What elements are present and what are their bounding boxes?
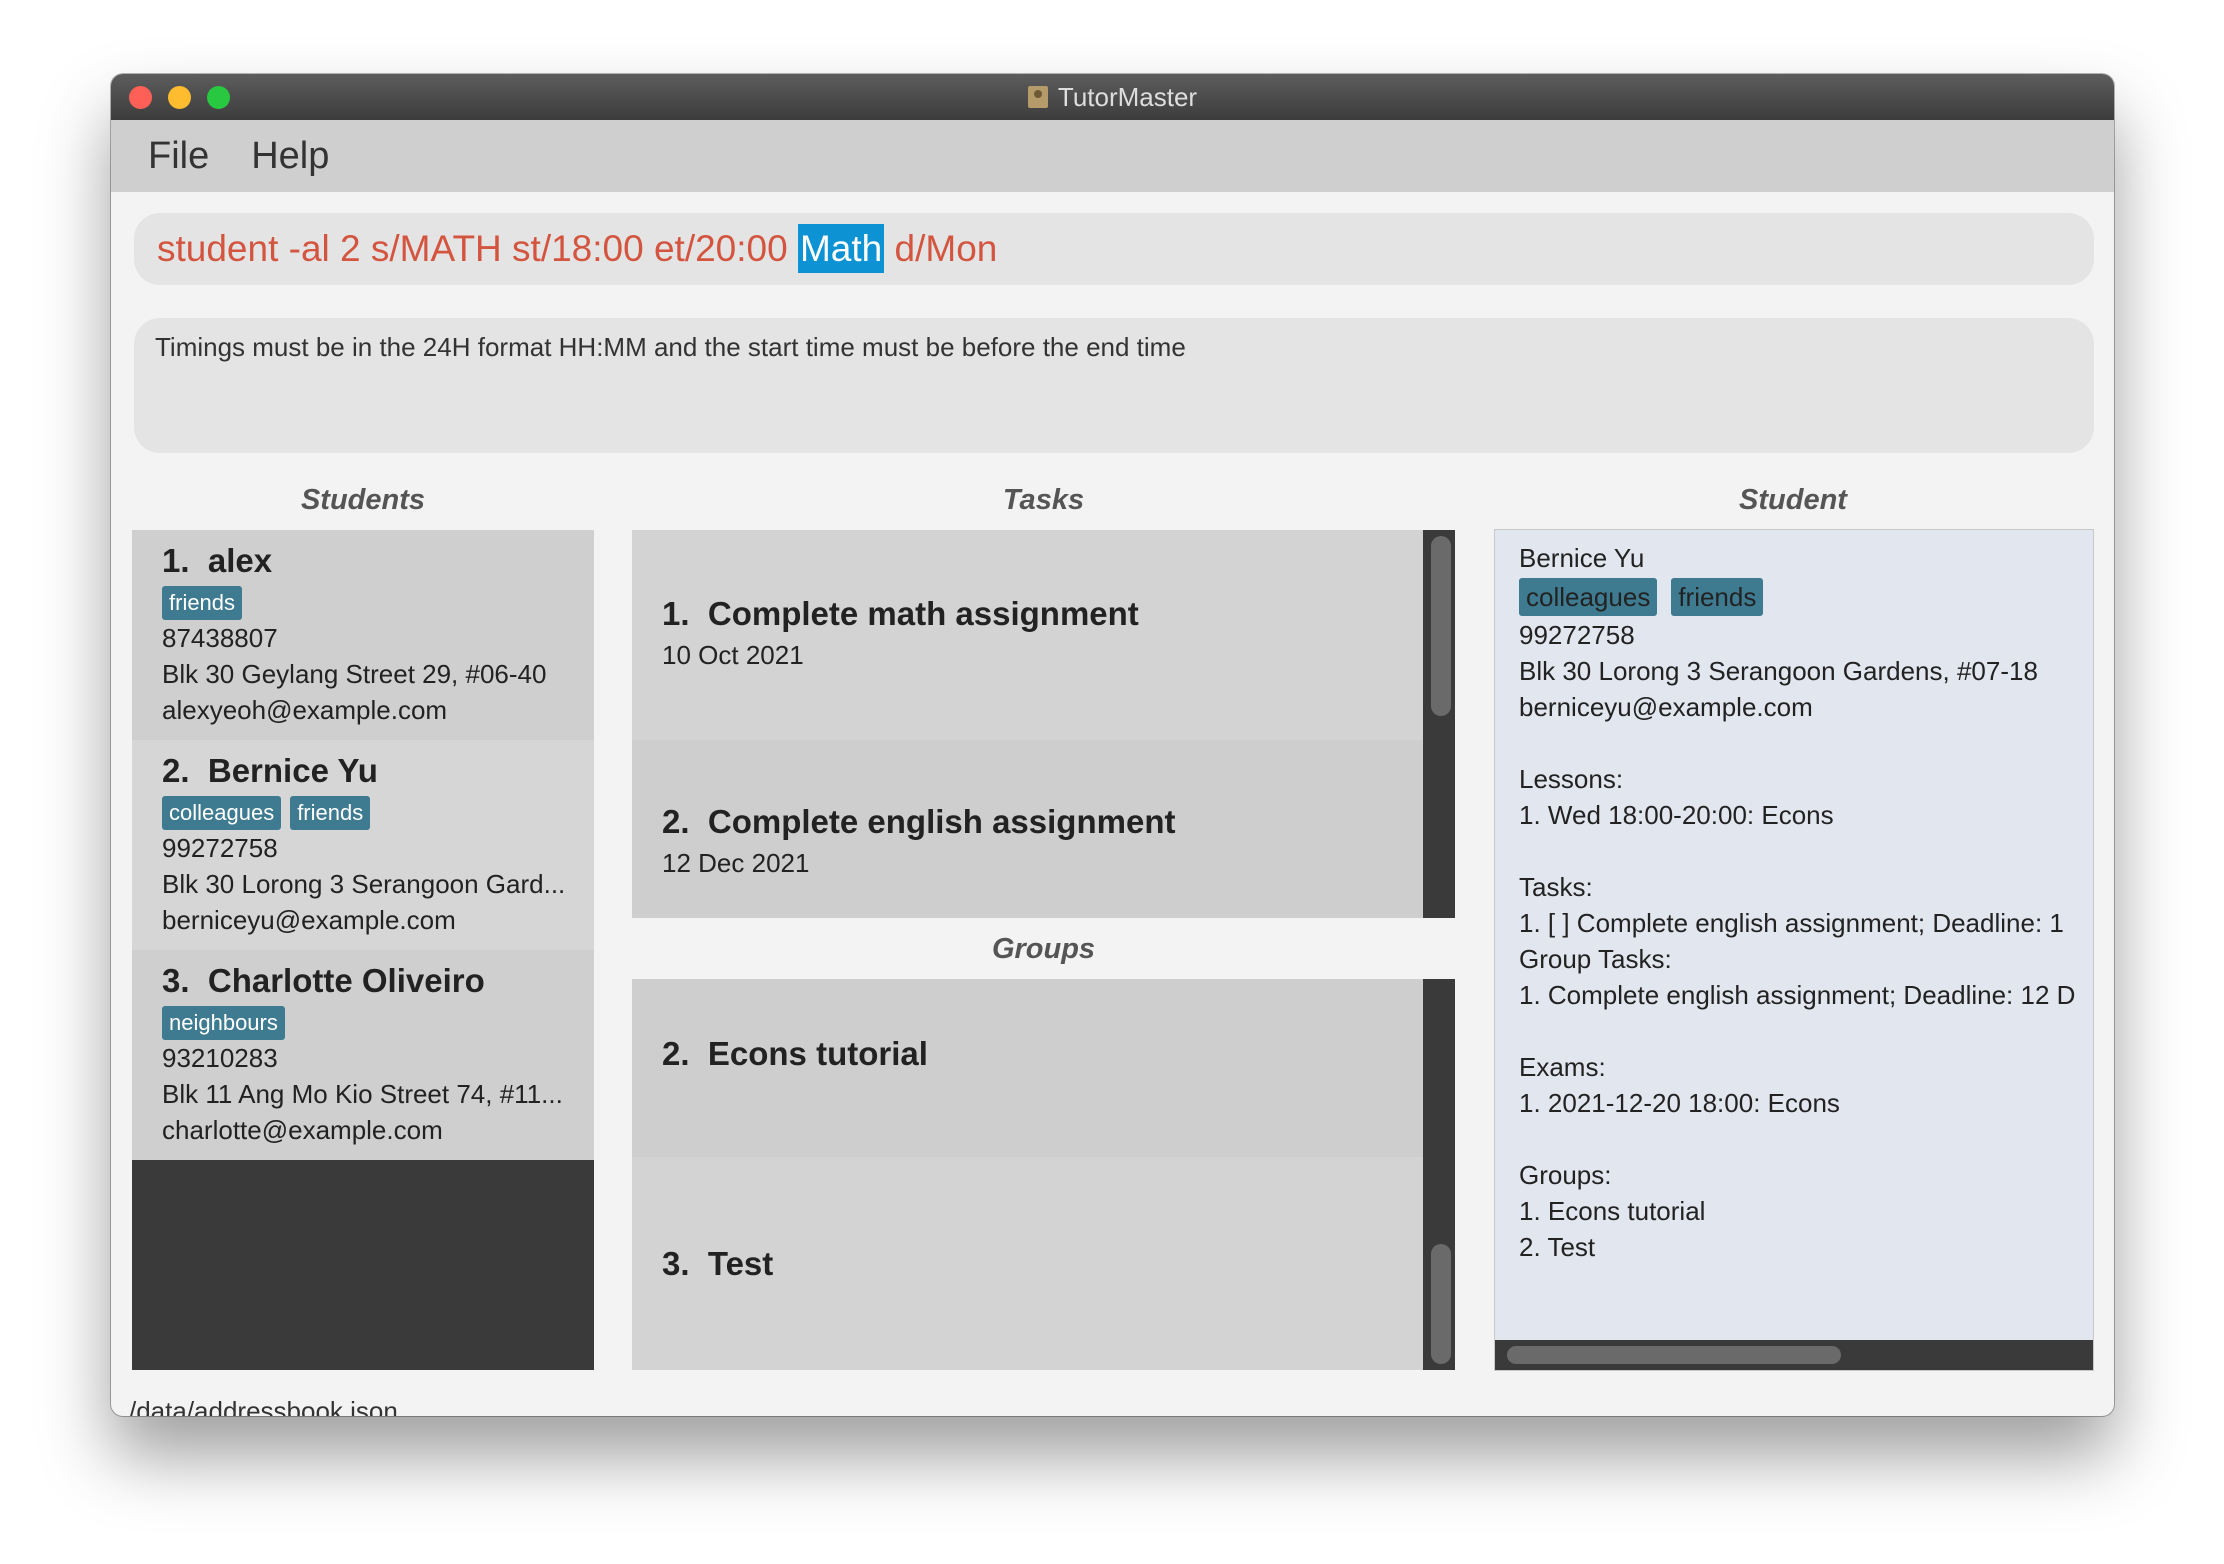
tag-badge: colleagues [1519,578,1658,616]
tasks-heading: Tasks [1002,484,1085,516]
detail-phone: 99272758 [1519,620,1635,650]
detail-group-item: 1. Econs tutorial [1519,1196,1706,1226]
tag-badge: neighbours [162,1006,285,1040]
student-email: charlotte@example.com [162,1115,443,1145]
command-selected-text: Math [797,224,885,273]
command-text-after: d/Mon [884,228,998,269]
menu-help[interactable]: Help [251,135,329,178]
task-title: 1. Complete math assignment [662,595,1139,632]
students-list[interactable]: 1. alex friends 87438807 Blk 30 Geylang … [132,530,594,1370]
window-title: TutorMaster [1057,81,1198,112]
student-address: Blk 30 Lorong 3 Serangoon Gard... [162,869,566,899]
command-input[interactable]: student -al 2 s/MATH st/18:00 et/20:00 M… [157,224,998,273]
command-text-before: student -al 2 s/MATH st/18:00 et/20:00 [157,228,798,269]
group-card[interactable]: 2. Econs tutorial [632,979,1423,1157]
student-card[interactable]: 1. alex friends 87438807 Blk 30 Geylang … [132,530,594,740]
detail-address: Blk 30 Lorong 3 Serangoon Gardens, #07-1… [1519,656,2038,686]
task-date: 10 Oct 2021 [662,640,804,670]
task-title: 2. Complete english assignment [662,803,1176,840]
detail-lessons-header: Lessons: [1519,764,1624,794]
detail-group-tasks-header: Group Tasks: [1519,944,1672,974]
groups-list[interactable]: 2. Econs tutorial 3. Test [632,979,1455,1370]
status-bar-file-path: /data/addressbook.json [129,1396,398,1416]
detail-horizontal-scrollbar[interactable] [1495,1340,2093,1370]
menu-bar: File Help [111,120,2114,192]
student-name: 3. Charlotte Oliveiro [162,962,485,999]
student-card[interactable]: 2. Bernice Yu colleagues friends 9927275… [132,740,594,950]
detail-groups-header: Groups: [1519,1160,1612,1190]
student-email: berniceyu@example.com [162,905,456,935]
tasks-scrollbar[interactable] [1431,536,1451,716]
student-name: 2. Bernice Yu [162,752,378,789]
detail-group-tasks: 1. Complete english assignment; Deadline… [1519,980,2076,1010]
student-email: alexyeoh@example.com [162,695,448,725]
student-phone: 93210283 [162,1043,278,1073]
student-tags: friends [162,586,243,620]
result-message: Timings must be in the 24H format HH:MM … [155,332,1186,362]
groups-scrollbar[interactable] [1431,1244,1451,1364]
student-detail-heading: Student [1739,484,1847,516]
tasks-list[interactable]: 1. Complete math assignment 10 Oct 2021 … [632,530,1455,918]
detail-tasks: 1. [ ] Complete english assignment; Dead… [1519,908,2064,938]
task-date: 12 Dec 2021 [662,848,810,878]
tag-badge: friends [1671,578,1764,616]
student-card[interactable]: 3. Charlotte Oliveiro neighbours 9321028… [132,950,594,1160]
task-card[interactable]: 2. Complete english assignment 12 Dec 20… [632,740,1423,918]
title-bar: TutorMaster [111,74,2114,121]
app-icon [1027,86,1048,108]
detail-group-item: 2. Test [1519,1232,1596,1262]
student-tags: neighbours [162,1006,285,1040]
student-address: Blk 30 Geylang Street 29, #06-40 [162,659,547,689]
student-detail-panel: Bernice Yu colleagues friends 99272758 Blk 3… [1494,529,2094,1371]
tag-badge: colleagues [162,796,282,830]
detail-tasks-header: Tasks: [1519,872,1593,902]
student-tags: colleagues friends [162,796,371,830]
group-card[interactable]: 3. Test [632,1157,1423,1370]
task-card[interactable]: 1. Complete math assignment 10 Oct 2021 [632,530,1423,740]
detail-name: Bernice Yu [1519,543,1645,573]
student-phone: 87438807 [162,623,278,653]
student-address: Blk 11 Ang Mo Kio Street 74, #11... [162,1079,563,1109]
command-box[interactable]: student -al 2 s/MATH st/18:00 et/20:00 M… [134,213,2094,285]
tag-badge: friends [290,796,371,830]
group-title: 3. Test [662,1245,774,1282]
detail-exams-header: Exams: [1519,1052,1606,1082]
app-window: TutorMaster File Help student -al 2 s/MA… [111,74,2114,1416]
menu-file[interactable]: File [148,135,209,178]
student-phone: 99272758 [162,833,278,863]
detail-email: berniceyu@example.com [1519,692,1813,722]
groups-heading: Groups [991,933,1096,965]
detail-exams: 1. 2021-12-20 18:00: Econs [1519,1088,1840,1118]
result-display: Timings must be in the 24H format HH:MM … [134,318,2094,453]
detail-tags: colleagues friends [1519,578,2075,616]
detail-lessons: 1. Wed 18:00-20:00: Econs [1519,800,1834,830]
student-name: 1. alex [162,542,273,579]
student-detail-content: Bernice Yu colleagues friends 99272758 Blk 3… [1519,540,2075,1265]
students-heading: Students [300,484,426,516]
group-title: 2. Econs tutorial [662,1035,928,1072]
tag-badge: friends [162,586,243,620]
detail-scroll-thumb[interactable] [1507,1346,1841,1364]
